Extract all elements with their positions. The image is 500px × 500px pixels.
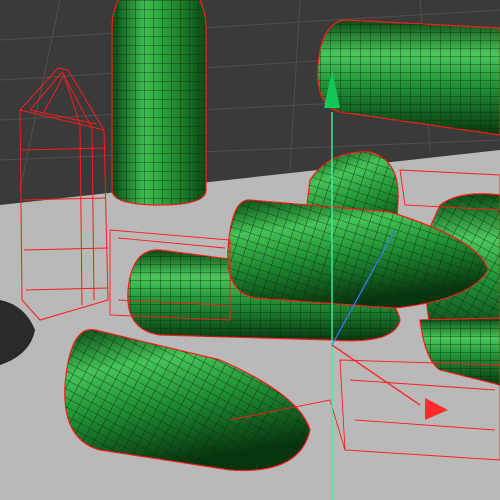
bullet-standing[interactable] bbox=[111, 0, 207, 206]
viewport-canvas[interactable] bbox=[0, 0, 500, 500]
3d-viewport[interactable] bbox=[0, 0, 500, 500]
